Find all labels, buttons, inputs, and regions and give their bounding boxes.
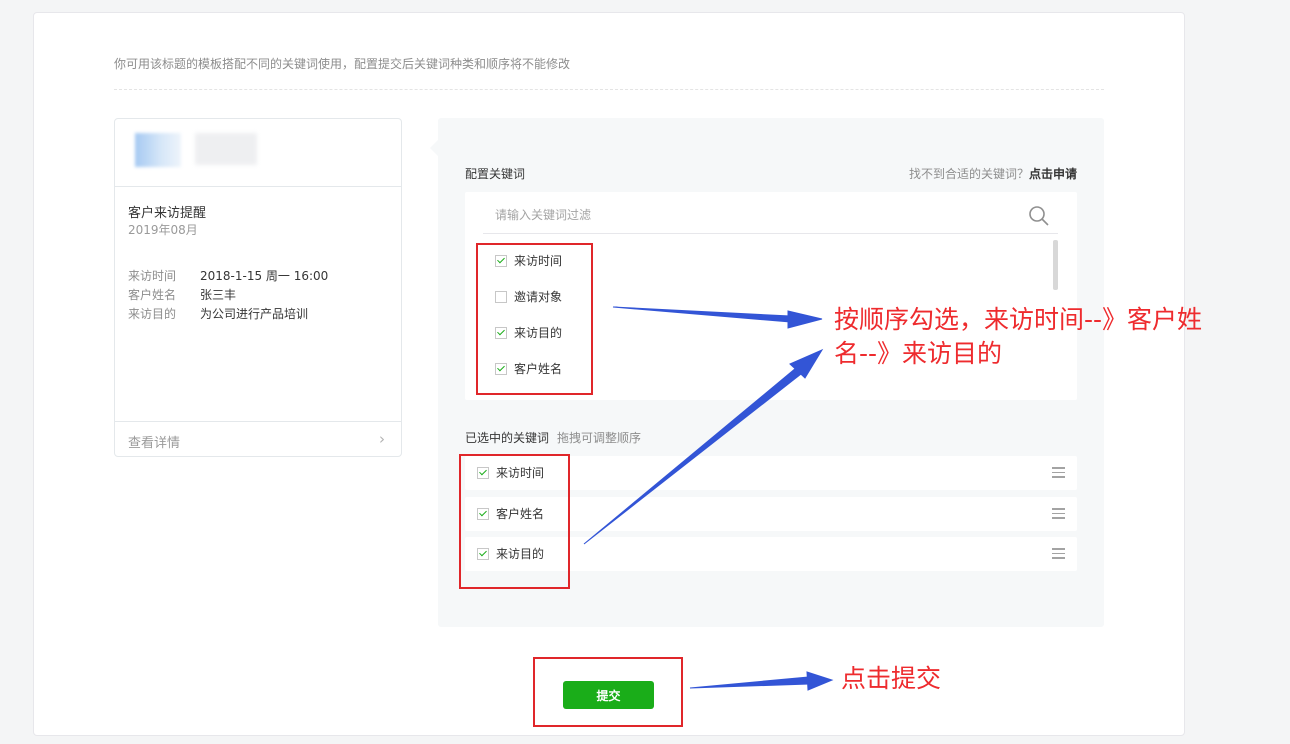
arrow-icon xyxy=(806,671,834,691)
arrow-icon xyxy=(787,310,823,329)
annotation-submit-note: 点击提交 xyxy=(841,664,942,693)
arrow-icon xyxy=(583,367,802,545)
annotation-order-line1: 按顺序勾选，来访时间--》客户姓 xyxy=(834,305,1203,334)
arrow-icon xyxy=(612,306,791,323)
annotation-arrows xyxy=(583,306,834,691)
arrow-icon xyxy=(689,676,810,689)
annotation-order-line2: 名--》来访目的 xyxy=(834,339,1003,368)
